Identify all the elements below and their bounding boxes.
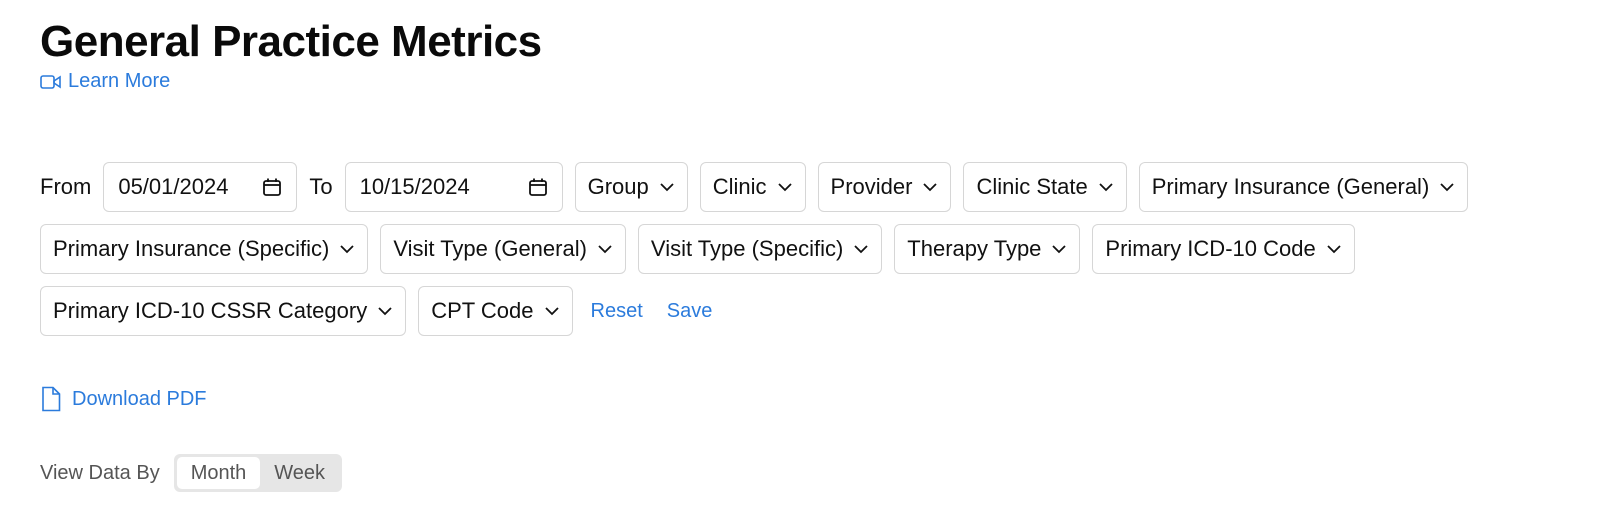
primary-icd10-code-dropdown[interactable]: Primary ICD-10 Code (1092, 224, 1355, 274)
download-pdf-label: Download PDF (72, 387, 207, 410)
from-label: From (40, 174, 92, 199)
document-icon (42, 386, 61, 412)
chevron-down-icon (544, 307, 559, 316)
to-date-input[interactable]: 10/15/2024 (344, 162, 563, 212)
chevron-down-icon (340, 245, 354, 254)
clinic-state-dropdown[interactable]: Clinic State (963, 162, 1127, 212)
provider-dropdown[interactable]: Provider (817, 162, 952, 212)
learn-more-label: Learn More (68, 70, 171, 92)
video-camera-icon (40, 74, 61, 89)
view-by-month-option[interactable]: Month (176, 457, 261, 489)
filter-row-1: From 05/01/2024 To 10/15/2024 Group Clin… (40, 162, 1570, 212)
primary-icd10-cssr-label: Primary ICD-10 CSSR Category (53, 298, 368, 323)
group-dropdown[interactable]: Group (574, 162, 688, 212)
clinic-state-dropdown-label: Clinic State (976, 174, 1088, 199)
calendar-icon[interactable] (528, 177, 548, 197)
therapy-type-label: Therapy Type (907, 236, 1042, 261)
chevron-down-icon (1440, 183, 1454, 192)
primary-icd10-cssr-dropdown[interactable]: Primary ICD-10 CSSR Category (40, 286, 407, 336)
chevron-down-icon (1052, 245, 1067, 254)
visit-type-specific-dropdown[interactable]: Visit Type (Specific) (637, 224, 883, 274)
to-label: To (309, 174, 333, 199)
view-data-by-label: View Data By (40, 461, 160, 484)
from-date-value: 05/01/2024 (118, 174, 229, 199)
visit-type-general-dropdown[interactable]: Visit Type (General) (380, 224, 626, 274)
cpt-code-dropdown[interactable]: CPT Code (418, 286, 573, 336)
page-title: General Practice Metrics (40, 17, 542, 66)
clinic-dropdown-label: Clinic (712, 174, 767, 199)
calendar-icon[interactable] (262, 177, 282, 197)
to-date-value: 10/15/2024 (359, 174, 470, 199)
chevron-down-icon (1327, 245, 1341, 254)
filter-row-2: Primary Insurance (Specific) Visit Type … (40, 224, 1570, 274)
view-by-segmented-control: Month Week (173, 454, 343, 492)
reset-button[interactable]: Reset (585, 300, 649, 323)
primary-insurance-general-label: Primary Insurance (General) (1151, 174, 1430, 199)
filter-row-3: Primary ICD-10 CSSR Category CPT Code Re… (40, 286, 1570, 336)
primary-icd10-code-label: Primary ICD-10 Code (1105, 236, 1316, 261)
clinic-dropdown[interactable]: Clinic (699, 162, 806, 212)
learn-more-link[interactable]: Learn More (40, 70, 170, 93)
visit-type-specific-label: Visit Type (Specific) (650, 236, 844, 261)
from-date-input[interactable]: 05/01/2024 (103, 162, 298, 212)
save-button[interactable]: Save (661, 300, 719, 323)
page: General Practice Metrics Learn More From… (0, 0, 1600, 532)
view-data-by: View Data By Month Week (40, 454, 343, 492)
filter-bar: From 05/01/2024 To 10/15/2024 Group Clin… (40, 162, 1570, 348)
provider-dropdown-label: Provider (830, 174, 913, 199)
primary-insurance-specific-label: Primary Insurance (Specific) (53, 236, 330, 261)
chevron-down-icon (598, 245, 612, 254)
chevron-down-icon (854, 245, 868, 254)
chevron-down-icon (777, 183, 792, 192)
visit-type-general-label: Visit Type (General) (393, 236, 587, 261)
group-dropdown-label: Group (587, 174, 649, 199)
chevron-down-icon (923, 183, 938, 192)
primary-insurance-general-dropdown[interactable]: Primary Insurance (General) (1138, 162, 1469, 212)
chevron-down-icon (660, 183, 674, 192)
download-pdf-link[interactable]: Download PDF (40, 386, 207, 412)
primary-insurance-specific-dropdown[interactable]: Primary Insurance (Specific) (40, 224, 369, 274)
chevron-down-icon (1099, 183, 1113, 192)
view-by-week-option[interactable]: Week (260, 457, 339, 489)
cpt-code-label: CPT Code (431, 298, 534, 323)
therapy-type-dropdown[interactable]: Therapy Type (894, 224, 1081, 274)
chevron-down-icon (378, 307, 392, 316)
